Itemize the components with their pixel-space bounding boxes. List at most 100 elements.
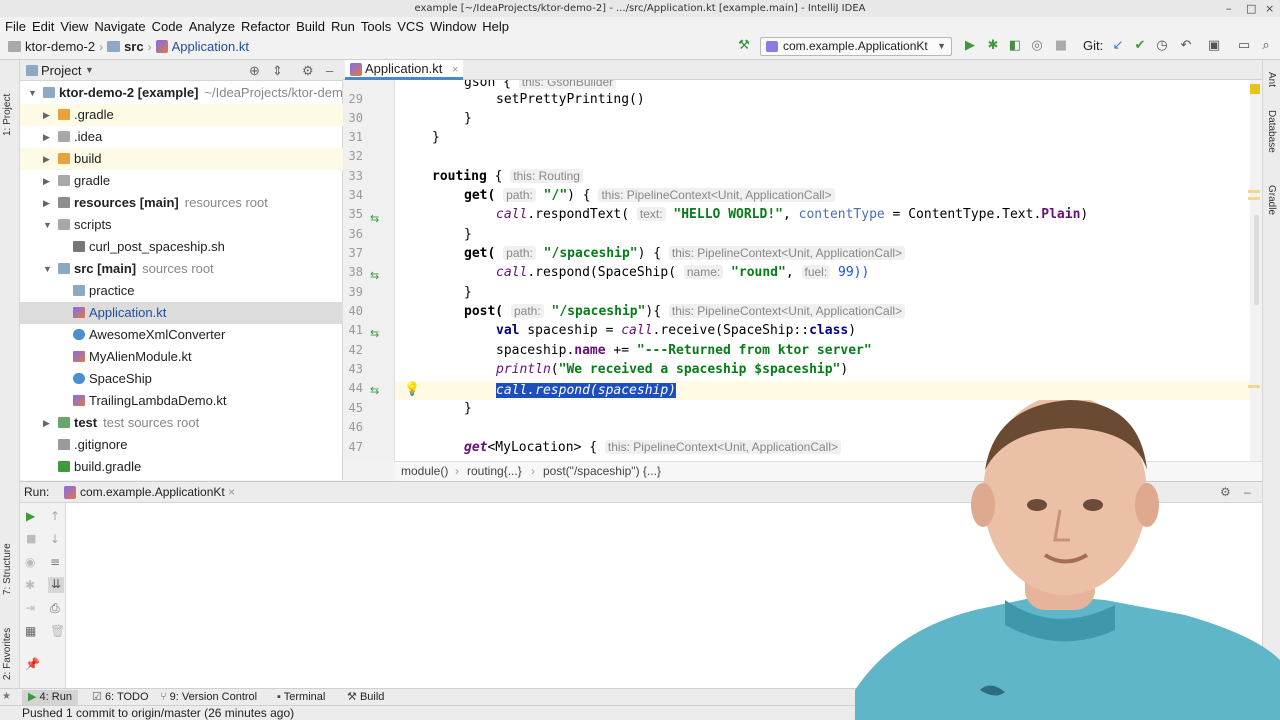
- project-structure-icon[interactable]: ▣: [1207, 39, 1221, 53]
- layout-icon[interactable]: ▦: [25, 624, 36, 638]
- error-stripe-mark[interactable]: [1248, 197, 1260, 200]
- stop-icon[interactable]: ■: [26, 532, 36, 545]
- tree-item[interactable]: ▶ build: [20, 148, 343, 170]
- stop-icon[interactable]: ■: [1054, 39, 1068, 53]
- tool-tab-todo[interactable]: ☑ 6: TODO: [92, 690, 149, 705]
- tool-tab-run[interactable]: ▶ 4: Run: [22, 690, 78, 705]
- run-gutter-icon[interactable]: ⇆: [370, 212, 379, 225]
- run-gutter-icon[interactable]: ⇆: [370, 384, 379, 397]
- close-tab-icon[interactable]: ×: [228, 482, 235, 503]
- minimize-icon[interactable]: –: [1226, 0, 1232, 17]
- tree-item[interactable]: practice: [20, 280, 343, 302]
- debugger-icon[interactable]: ✱: [25, 578, 35, 592]
- run-icon[interactable]: ▶: [963, 39, 977, 53]
- run-config-select[interactable]: com.example.ApplicationKt ▼: [760, 37, 952, 56]
- selected-text[interactable]: call.respond(spaceship): [496, 383, 677, 398]
- menu-window[interactable]: Window: [427, 19, 479, 34]
- chevron-right-icon[interactable]: ▶: [43, 412, 50, 434]
- menu-view[interactable]: View: [57, 19, 91, 34]
- breadcrumb-module[interactable]: module(): [401, 462, 448, 481]
- intention-bulb-icon[interactable]: 💡: [404, 382, 420, 397]
- search-everywhere-icon[interactable]: ⌕: [1259, 39, 1273, 53]
- chevron-down-icon[interactable]: ▼: [85, 60, 94, 81]
- maximize-icon[interactable]: □: [1246, 0, 1256, 17]
- close-tab-icon[interactable]: ×: [452, 64, 458, 76]
- menu-run[interactable]: Run: [328, 19, 358, 34]
- close-icon[interactable]: ×: [1265, 0, 1274, 17]
- menu-navigate[interactable]: Navigate: [91, 19, 148, 34]
- profile-icon[interactable]: ◎: [1030, 39, 1044, 53]
- run-gutter-icon[interactable]: ⇆: [370, 269, 379, 282]
- history-icon[interactable]: ◷: [1155, 39, 1169, 53]
- chevron-down-icon[interactable]: ▼: [43, 214, 52, 236]
- chevron-right-icon[interactable]: ▶: [43, 148, 50, 170]
- tree-item[interactable]: ▶ gradle: [20, 170, 343, 192]
- nav-file[interactable]: Application.kt: [172, 39, 249, 54]
- error-stripe-mark[interactable]: [1248, 190, 1260, 193]
- pin-icon[interactable]: 📌: [25, 657, 40, 671]
- git-commit-icon[interactable]: ✔: [1133, 39, 1147, 53]
- tree-item[interactable]: MyAlienModule.kt: [20, 346, 343, 368]
- soft-wrap-icon[interactable]: ≡: [50, 555, 60, 569]
- git-update-icon[interactable]: ↙: [1111, 39, 1125, 53]
- tree-item[interactable]: curl_post_spaceship.sh: [20, 236, 343, 258]
- tree-item[interactable]: ▶ .gradle: [20, 104, 343, 126]
- revert-icon[interactable]: ↶: [1179, 39, 1193, 53]
- exit-icon[interactable]: ⇥: [25, 601, 35, 615]
- tree-item[interactable]: TrailingLambdaDemo.kt: [20, 390, 343, 412]
- favorites-tool-tab[interactable]: 2: Favorites: [2, 605, 13, 680]
- gear-icon[interactable]: ⚙: [302, 60, 314, 81]
- menu-edit[interactable]: Edit: [29, 19, 57, 34]
- menu-analyze[interactable]: Analyze: [186, 19, 238, 34]
- tool-tab-terminal[interactable]: ▪ Terminal: [277, 690, 325, 705]
- hide-icon[interactable]: –: [326, 60, 333, 81]
- breadcrumb-routing[interactable]: routing{...}: [467, 462, 522, 481]
- tree-item[interactable]: ▶ resources [main] resources root: [20, 192, 343, 214]
- menu-vcs[interactable]: VCS: [394, 19, 427, 34]
- print-icon[interactable]: ⎙: [50, 601, 60, 616]
- tree-item[interactable]: ▼ ktor-demo-2 [example] ~/IdeaProjects/kto…: [20, 82, 350, 104]
- scroll-up-icon[interactable]: ↑: [50, 509, 60, 523]
- gradle-tool-tab[interactable]: Gradle: [1266, 185, 1277, 235]
- tree-item[interactable]: Application.kt: [20, 302, 343, 324]
- build-hammer-icon[interactable]: ⚒: [737, 39, 751, 53]
- rerun-icon[interactable]: ▶: [26, 509, 35, 523]
- run-tab-label[interactable]: com.example.ApplicationKt: [80, 482, 225, 503]
- chevron-down-icon[interactable]: ▼: [43, 258, 52, 280]
- menu-build[interactable]: Build: [293, 19, 328, 34]
- tree-item[interactable]: .gitignore: [20, 434, 343, 456]
- menu-code[interactable]: Code: [149, 19, 186, 34]
- editor-scrollbar[interactable]: [1254, 215, 1259, 305]
- chevron-right-icon[interactable]: ▶: [43, 170, 50, 192]
- breadcrumb-post[interactable]: post("/spaceship") {...}: [543, 462, 661, 481]
- database-tool-tab[interactable]: Database: [1266, 110, 1277, 170]
- chevron-right-icon[interactable]: ▶: [43, 104, 50, 126]
- chevron-down-icon[interactable]: ▼: [28, 82, 37, 104]
- debug-icon[interactable]: ✱: [986, 39, 1000, 53]
- menu-file[interactable]: File: [2, 19, 29, 34]
- collapse-all-icon[interactable]: ⇕: [272, 60, 283, 81]
- locate-icon[interactable]: ⊕: [249, 60, 260, 81]
- menu-tools[interactable]: Tools: [358, 19, 394, 34]
- menu-refactor[interactable]: Refactor: [238, 19, 293, 34]
- coverage-icon[interactable]: ◧: [1008, 39, 1022, 53]
- window-layout-icon[interactable]: ▭: [1237, 39, 1251, 53]
- menu-help[interactable]: Help: [479, 19, 512, 34]
- camera-icon[interactable]: ◉: [25, 555, 35, 569]
- tree-item[interactable]: AwesomeXmlConverter: [20, 324, 343, 346]
- tree-item[interactable]: ▼ scripts: [20, 214, 343, 236]
- warning-marker[interactable]: [1250, 84, 1260, 94]
- tool-tab-build[interactable]: ⚒ Build: [347, 690, 384, 705]
- tree-item[interactable]: build.gradle: [20, 456, 343, 478]
- structure-tool-tab[interactable]: 7: Structure: [2, 520, 13, 595]
- chevron-right-icon[interactable]: ▶: [43, 126, 50, 148]
- error-stripe-mark[interactable]: [1248, 385, 1260, 388]
- tab-application-kt[interactable]: Application.kt ×: [345, 60, 463, 80]
- ant-tool-tab[interactable]: Ant: [1266, 72, 1277, 102]
- nav-folder[interactable]: src: [124, 39, 144, 54]
- run-gutter-icon[interactable]: ⇆: [370, 327, 379, 340]
- scroll-to-end-icon[interactable]: ⇊: [48, 577, 64, 593]
- tree-item[interactable]: ▶ .idea: [20, 126, 343, 148]
- tree-item[interactable]: SpaceShip: [20, 368, 343, 390]
- nav-project[interactable]: ktor-demo-2: [25, 39, 95, 54]
